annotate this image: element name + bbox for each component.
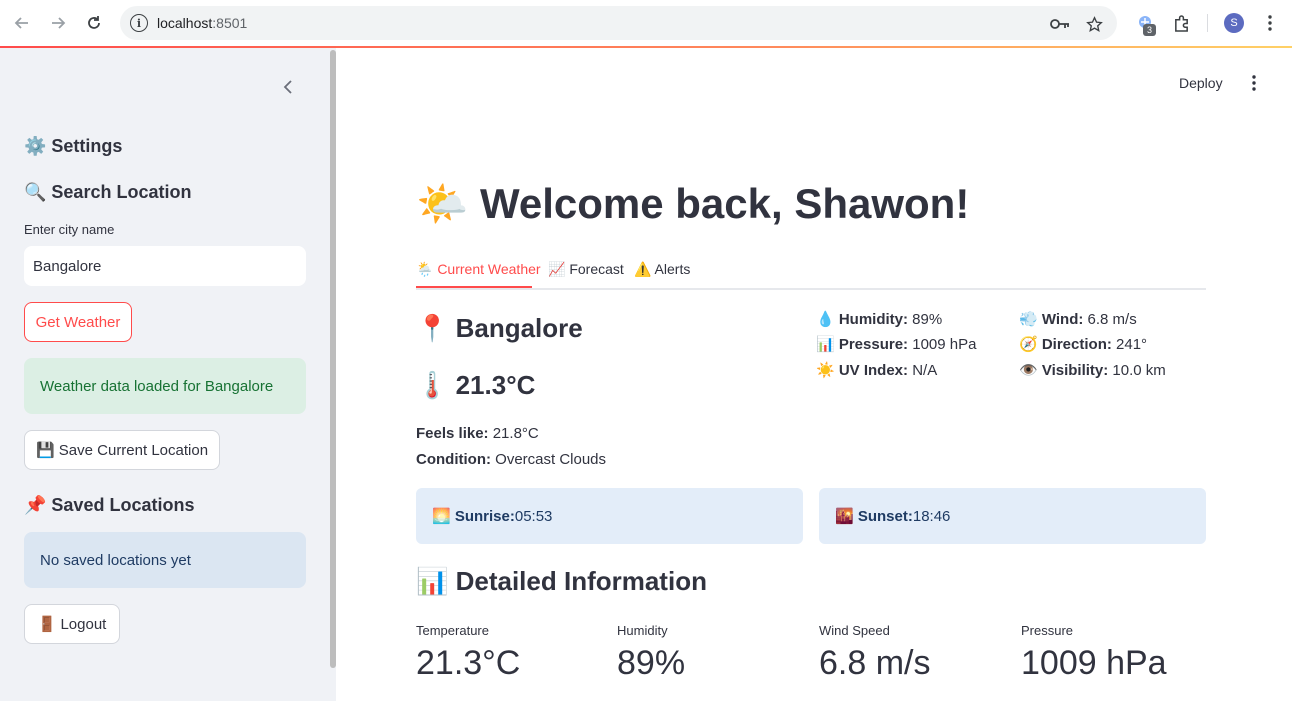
browser-toolbar: i localhost:8501 3 S: [0, 0, 1292, 46]
condition-row: Condition: Overcast Clouds: [416, 451, 607, 468]
pressure-stat: 📊 Pressure: 1009 hPa: [816, 336, 977, 353]
sunset-box: 🌇 Sunset: 18:46: [819, 488, 1206, 544]
no-saved-locations-info: No saved locations yet: [24, 532, 306, 588]
detailed-info-heading: 📊 Detailed Information: [416, 566, 707, 596]
metric-label: Temperature: [416, 623, 489, 638]
direction-stat: 🧭 Direction: 241°: [1019, 336, 1148, 353]
tab-bar: 🌦️ Current Weather 📈 Forecast ⚠️ Alerts: [416, 258, 1206, 290]
main-menu-icon[interactable]: [1246, 74, 1262, 92]
metric-value: 89%: [617, 644, 686, 682]
reload-icon[interactable]: [82, 11, 106, 35]
city-name-input[interactable]: [24, 246, 306, 286]
search-location-heading: 🔍 Search Location: [24, 182, 192, 202]
browser-menu-icon[interactable]: [1258, 11, 1282, 35]
temperature-heading: 🌡️ 21.3°C: [416, 370, 536, 400]
tab-current-weather[interactable]: 🌦️ Current Weather: [416, 261, 541, 278]
url-text: localhost:8501: [157, 15, 248, 31]
back-arrow-icon[interactable]: [10, 11, 34, 35]
metric-label: Humidity: [617, 623, 668, 638]
logout-button[interactable]: 🚪 Logout: [24, 604, 120, 644]
humidity-stat: 💧 Humidity: 89%: [816, 311, 943, 328]
metric-label: Pressure: [1021, 623, 1074, 638]
welcome-title: 🌤️ Welcome back, Shawon!: [416, 180, 970, 227]
get-weather-button[interactable]: Get Weather: [24, 302, 132, 342]
forward-arrow-icon[interactable]: [46, 11, 70, 35]
settings-heading: ⚙️ Settings: [24, 136, 123, 156]
active-tab-indicator: [416, 286, 532, 288]
metric-label: Wind Speed: [819, 623, 890, 638]
puzzle-piece-icon[interactable]: [1169, 11, 1193, 35]
success-alert: Weather data loaded for Bangalore: [24, 358, 306, 414]
metric-value: 1009 hPa: [1021, 644, 1167, 682]
extension-badge: 3: [1143, 24, 1156, 36]
metric-value: 6.8 m/s: [819, 644, 931, 682]
uv-index-stat: ☀️ UV Index: N/A: [816, 362, 938, 379]
main-content: Deploy 🌤️ Welcome back, Shawon! 🌦️ Curre…: [336, 48, 1292, 701]
visibility-stat: 👁️ Visibility: 10.0 km: [1019, 362, 1166, 379]
tab-alerts[interactable]: ⚠️ Alerts: [634, 261, 690, 278]
deploy-button[interactable]: Deploy: [1179, 75, 1223, 91]
sunrise-box: 🌅 Sunrise: 05:53: [416, 488, 803, 544]
save-location-button[interactable]: 💾 Save Current Location: [24, 430, 220, 470]
collapse-sidebar-icon[interactable]: [278, 76, 298, 98]
key-icon[interactable]: [1050, 14, 1070, 34]
feels-like-row: Feels like: 21.8°C: [416, 425, 539, 442]
address-bar[interactable]: i localhost:8501: [120, 6, 1117, 40]
sidebar: ⚙️ Settings 🔍 Search Location Enter city…: [0, 48, 336, 701]
city-input-label: Enter city name: [24, 222, 115, 237]
saved-locations-heading: 📌 Saved Locations: [24, 495, 195, 515]
profile-avatar[interactable]: S: [1224, 13, 1244, 33]
bookmark-star-icon[interactable]: [1084, 14, 1104, 34]
wind-stat: 💨 Wind: 6.8 m/s: [1019, 311, 1137, 328]
toolbar-divider: [1207, 14, 1208, 32]
site-info-icon[interactable]: i: [130, 14, 148, 32]
city-heading: 📍 Bangalore: [416, 313, 583, 343]
metric-value: 21.3°C: [416, 644, 521, 682]
tab-forecast[interactable]: 📈 Forecast: [548, 261, 624, 278]
